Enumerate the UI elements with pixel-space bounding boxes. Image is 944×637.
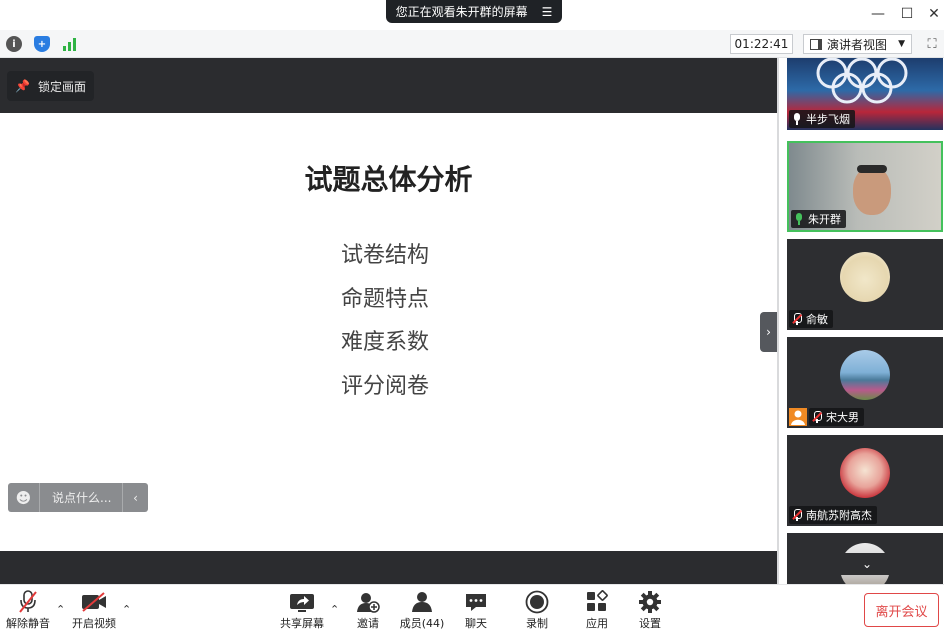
participant-name: 南航苏附高杰 (806, 509, 872, 522)
microphone-active-icon (794, 213, 804, 225)
sharing-banner[interactable]: 您正在观看朱开群的屏幕 ☰ (386, 0, 562, 23)
unmute-label: 解除静音 (6, 617, 50, 630)
participant-name-tag: 南航苏附高杰 (789, 506, 877, 524)
slide-item: 难度系数 (340, 330, 429, 355)
close-icon[interactable]: ✕ (923, 4, 944, 24)
view-mode-label: 演讲者视图 (827, 37, 888, 52)
meeting-timer: 01:22:41 (730, 34, 793, 54)
lock-view-button[interactable]: 📌 锁定画面 (7, 71, 94, 101)
record-label: 录制 (526, 617, 548, 630)
fullscreen-icon[interactable]: ⛶ (924, 36, 940, 52)
slide-item: 试卷结构 (340, 243, 429, 268)
sharing-banner-text: 您正在观看朱开群的屏幕 (395, 5, 528, 19)
participant-name-tag: 半步飞烟 (789, 110, 855, 128)
participant-name-tag: 俞敏 (789, 310, 833, 328)
participant-tile[interactable]: ⌄ (787, 533, 943, 584)
share-screen-button[interactable]: 共享屏幕 (279, 589, 325, 634)
microphone-icon (792, 113, 802, 125)
status-bar: i + 01:22:41 演讲者视图 ▼ ⛶ (0, 30, 944, 58)
chevron-up-icon[interactable]: ⌃ (122, 603, 131, 616)
chat-input-bar[interactable]: ☻ 说点什么... ‹ (8, 483, 148, 512)
video-off-icon (80, 589, 108, 615)
microphone-muted-icon (17, 589, 39, 615)
shield-icon[interactable]: + (34, 36, 50, 52)
profile-icon (789, 408, 807, 426)
participant-name: 朱开群 (808, 213, 841, 226)
emoji-icon[interactable]: ☻ (8, 483, 40, 512)
participant-panel: 半步飞烟 朱开群 俞敏 宋大男 南航苏附高杰 ⌄ (777, 58, 944, 584)
avatar (840, 350, 890, 400)
chevron-left-icon[interactable]: ‹ (122, 483, 148, 512)
participant-tile[interactable]: 宋大男 (787, 337, 943, 428)
lock-view-label: 锁定画面 (37, 79, 86, 94)
stage-decoration (816, 58, 908, 104)
signal-icon[interactable] (62, 36, 78, 52)
participant-name: 宋大男 (826, 411, 859, 424)
meeting-toolbar: 解除静音 ⌃ 开启视频 ⌃ 共享屏幕 ⌃ 邀请 成员(44) 聊天 录制 应用 … (0, 584, 944, 637)
invite-button[interactable]: 邀请 (352, 589, 384, 634)
participant-name: 半步飞烟 (806, 113, 850, 126)
microphone-muted-icon (812, 411, 822, 423)
start-video-label: 开启视频 (72, 617, 116, 630)
chat-placeholder[interactable]: 说点什么... (40, 489, 122, 506)
apps-button[interactable]: 应用 (583, 589, 611, 634)
start-video-button[interactable]: 开启视频 (70, 589, 118, 634)
settings-label: 设置 (639, 617, 661, 630)
pin-icon: 📌 (15, 79, 30, 93)
gear-icon (638, 589, 662, 615)
add-user-icon (356, 589, 380, 615)
info-icon[interactable]: i (6, 36, 22, 52)
members-icon (410, 589, 434, 615)
minimize-icon[interactable]: — (867, 4, 889, 24)
apps-icon (585, 589, 609, 615)
members-label: 成员(44) (399, 617, 445, 630)
leave-meeting-button[interactable]: 离开会议 (864, 593, 939, 627)
shared-screen: 📌 锁定画面 试题总体分析 试卷结构 命题特点 难度系数 评分阅卷 ☻ 说点什么… (0, 58, 777, 584)
participant-tile[interactable]: 半步飞烟 (787, 58, 943, 130)
members-button[interactable]: 成员(44) (398, 589, 446, 634)
invite-label: 邀请 (357, 617, 379, 630)
participant-tile[interactable]: 俞敏 (787, 239, 943, 330)
microphone-muted-icon (792, 313, 802, 325)
chevron-up-icon[interactable]: ⌃ (330, 603, 339, 616)
participant-video (853, 167, 891, 215)
chevron-down-icon[interactable]: ⌄ (831, 553, 903, 575)
participant-name-tag: 宋大男 (809, 408, 864, 426)
participant-name-tag: 朱开群 (791, 210, 846, 228)
title-bar: 您正在观看朱开群的屏幕 ☰ — ☐ ✕ (0, 0, 944, 30)
share-screen-icon (289, 589, 315, 615)
menu-icon[interactable]: ☰ (542, 5, 553, 19)
unmute-button[interactable]: 解除静音 (4, 589, 52, 634)
chevron-up-icon[interactable]: ⌃ (56, 603, 65, 616)
slide-item: 命题特点 (340, 287, 429, 312)
participant-tile[interactable]: 南航苏附高杰 (787, 435, 943, 526)
chat-icon (464, 589, 488, 615)
avatar (840, 252, 890, 302)
record-button[interactable]: 录制 (523, 589, 551, 634)
avatar (840, 448, 890, 498)
maximize-icon[interactable]: ☐ (896, 4, 918, 24)
participant-name: 俞敏 (806, 313, 828, 326)
speaker-view-icon (810, 38, 822, 50)
collapse-panel-handle[interactable]: › (760, 312, 777, 352)
chevron-down-icon: ▼ (898, 39, 905, 49)
apps-label: 应用 (586, 617, 608, 630)
microphone-muted-icon (792, 509, 802, 521)
participant-video-hair (857, 165, 887, 173)
share-screen-label: 共享屏幕 (280, 617, 324, 630)
slide-item: 评分阅卷 (340, 374, 429, 399)
slide-title: 试题总体分析 (304, 163, 473, 196)
settings-button[interactable]: 设置 (636, 589, 664, 634)
view-mode-select[interactable]: 演讲者视图 ▼ (803, 34, 912, 54)
participant-tile-active[interactable]: 朱开群 (787, 141, 943, 232)
chat-button[interactable]: 聊天 (462, 589, 490, 634)
chat-label: 聊天 (465, 617, 487, 630)
record-icon (525, 589, 549, 615)
